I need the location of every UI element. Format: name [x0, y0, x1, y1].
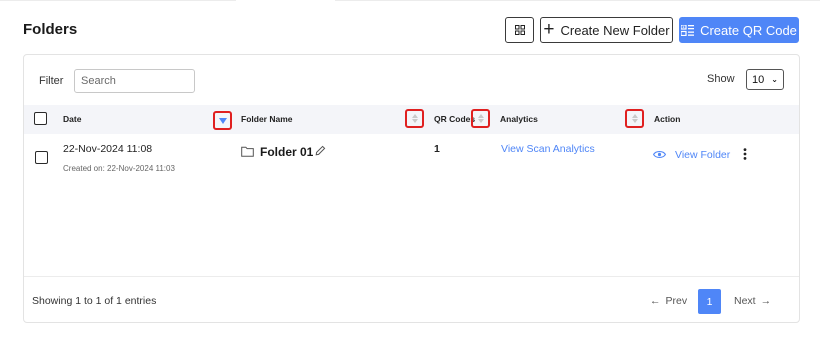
- column-header-qr-codes: QR Codes: [434, 114, 476, 124]
- column-header-folder-name: Folder Name: [241, 114, 293, 124]
- column-header-analytics: Analytics: [500, 114, 538, 124]
- sort-folder-name-button[interactable]: [405, 109, 424, 128]
- next-page-button[interactable]: Next →: [734, 295, 771, 307]
- page-size-select[interactable]: 10 ⌄: [746, 69, 784, 90]
- table-header: Date Folder Name QR Codes Analytics Acti…: [24, 105, 799, 134]
- more-options-icon[interactable]: [743, 148, 747, 160]
- select-all-checkbox[interactable]: [34, 112, 47, 125]
- view-scan-analytics-link[interactable]: View Scan Analytics: [501, 143, 595, 155]
- next-label: Next: [734, 295, 756, 307]
- folders-card: Filter Show 10 ⌄ Date Folder Name QR Cod…: [23, 54, 800, 323]
- row-folder-name[interactable]: Folder 01: [260, 145, 313, 159]
- show-label: Show: [707, 73, 735, 85]
- top-divider-left: [0, 0, 236, 1]
- row-checkbox[interactable]: [35, 151, 48, 164]
- top-divider-right: [335, 0, 820, 1]
- page-title: Folders: [23, 21, 78, 38]
- footer-divider: [24, 276, 799, 277]
- qr-code-icon: [681, 24, 695, 36]
- sort-down-icon: [477, 119, 484, 123]
- create-new-folder-button[interactable]: + Create New Folder: [540, 17, 673, 43]
- page-1-button[interactable]: 1: [698, 289, 721, 314]
- create-qr-code-label: Create QR Code: [700, 22, 797, 38]
- pencil-icon[interactable]: [315, 145, 326, 156]
- row-created-on: Created on: 22-Nov-2024 11:03: [63, 164, 175, 173]
- filter-label: Filter: [39, 75, 64, 87]
- arrow-right-icon: →: [760, 295, 772, 307]
- sort-qr-codes-button[interactable]: [471, 109, 490, 128]
- sort-date-button[interactable]: [213, 111, 232, 130]
- row-qr-codes-count: 1: [434, 143, 440, 155]
- column-header-date: Date: [63, 114, 82, 124]
- sort-up-icon: [411, 114, 418, 118]
- create-qr-code-button[interactable]: Create QR Code: [679, 17, 799, 43]
- page-size-value: 10: [752, 73, 765, 86]
- sort-down-icon: [411, 119, 418, 123]
- sort-up-icon: [477, 114, 484, 118]
- sort-down-icon: [631, 119, 638, 123]
- sort-up-icon: [631, 114, 638, 118]
- folder-icon: [241, 146, 254, 157]
- row-date: 22-Nov-2024 11:08: [63, 143, 153, 155]
- prev-label: Prev: [665, 295, 688, 307]
- grid-view-button[interactable]: [505, 17, 534, 43]
- sort-analytics-button[interactable]: [625, 109, 644, 128]
- prev-page-button[interactable]: ← Prev: [650, 295, 687, 307]
- eye-icon[interactable]: [653, 150, 666, 159]
- entries-summary: Showing 1 to 1 of 1 entries: [32, 295, 157, 307]
- search-input[interactable]: [74, 69, 195, 93]
- create-new-folder-label: Create New Folder: [560, 22, 670, 38]
- view-folder-link[interactable]: View Folder: [675, 149, 730, 161]
- plus-icon: +: [543, 18, 555, 40]
- chevron-down-icon: ⌄: [771, 75, 778, 84]
- column-header-action: Action: [654, 114, 681, 124]
- arrow-left-icon: ←: [650, 295, 661, 307]
- sort-desc-icon: [218, 117, 227, 124]
- grid-icon: [514, 25, 525, 35]
